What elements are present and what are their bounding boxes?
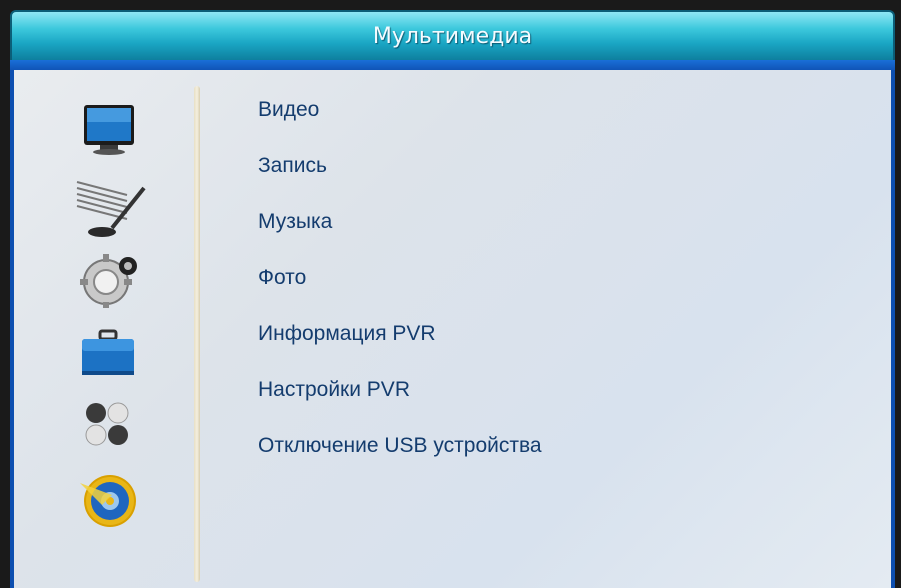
menu-item-music[interactable]: Музыка — [258, 202, 858, 242]
tv-icon[interactable] — [72, 100, 152, 160]
menu-item-pvr-settings[interactable]: Настройки PVR — [258, 370, 858, 410]
menu-item-pvr-info[interactable]: Информация PVR — [258, 314, 858, 354]
title-bar: Мультимедиа — [10, 10, 895, 62]
dots-icon[interactable] — [72, 395, 152, 455]
menu-item-photo[interactable]: Фото — [258, 258, 858, 298]
antenna-icon[interactable] — [72, 170, 152, 237]
menu-item-usb-disconnect[interactable]: Отключение USB устройства — [258, 426, 858, 466]
multimedia-disc-icon[interactable] — [72, 465, 152, 527]
sidebar-divider — [194, 86, 200, 582]
screen: Мультимедиа Видео Запись Музыка Фото Инф… — [0, 0, 901, 588]
menu-item-video[interactable]: Видео — [258, 90, 858, 130]
gear-icon[interactable] — [72, 250, 152, 310]
toolbox-icon[interactable] — [72, 325, 152, 385]
menu-item-record[interactable]: Запись — [258, 146, 858, 186]
page-title: Мультимедиа — [372, 23, 533, 49]
sidebar — [14, 70, 204, 588]
